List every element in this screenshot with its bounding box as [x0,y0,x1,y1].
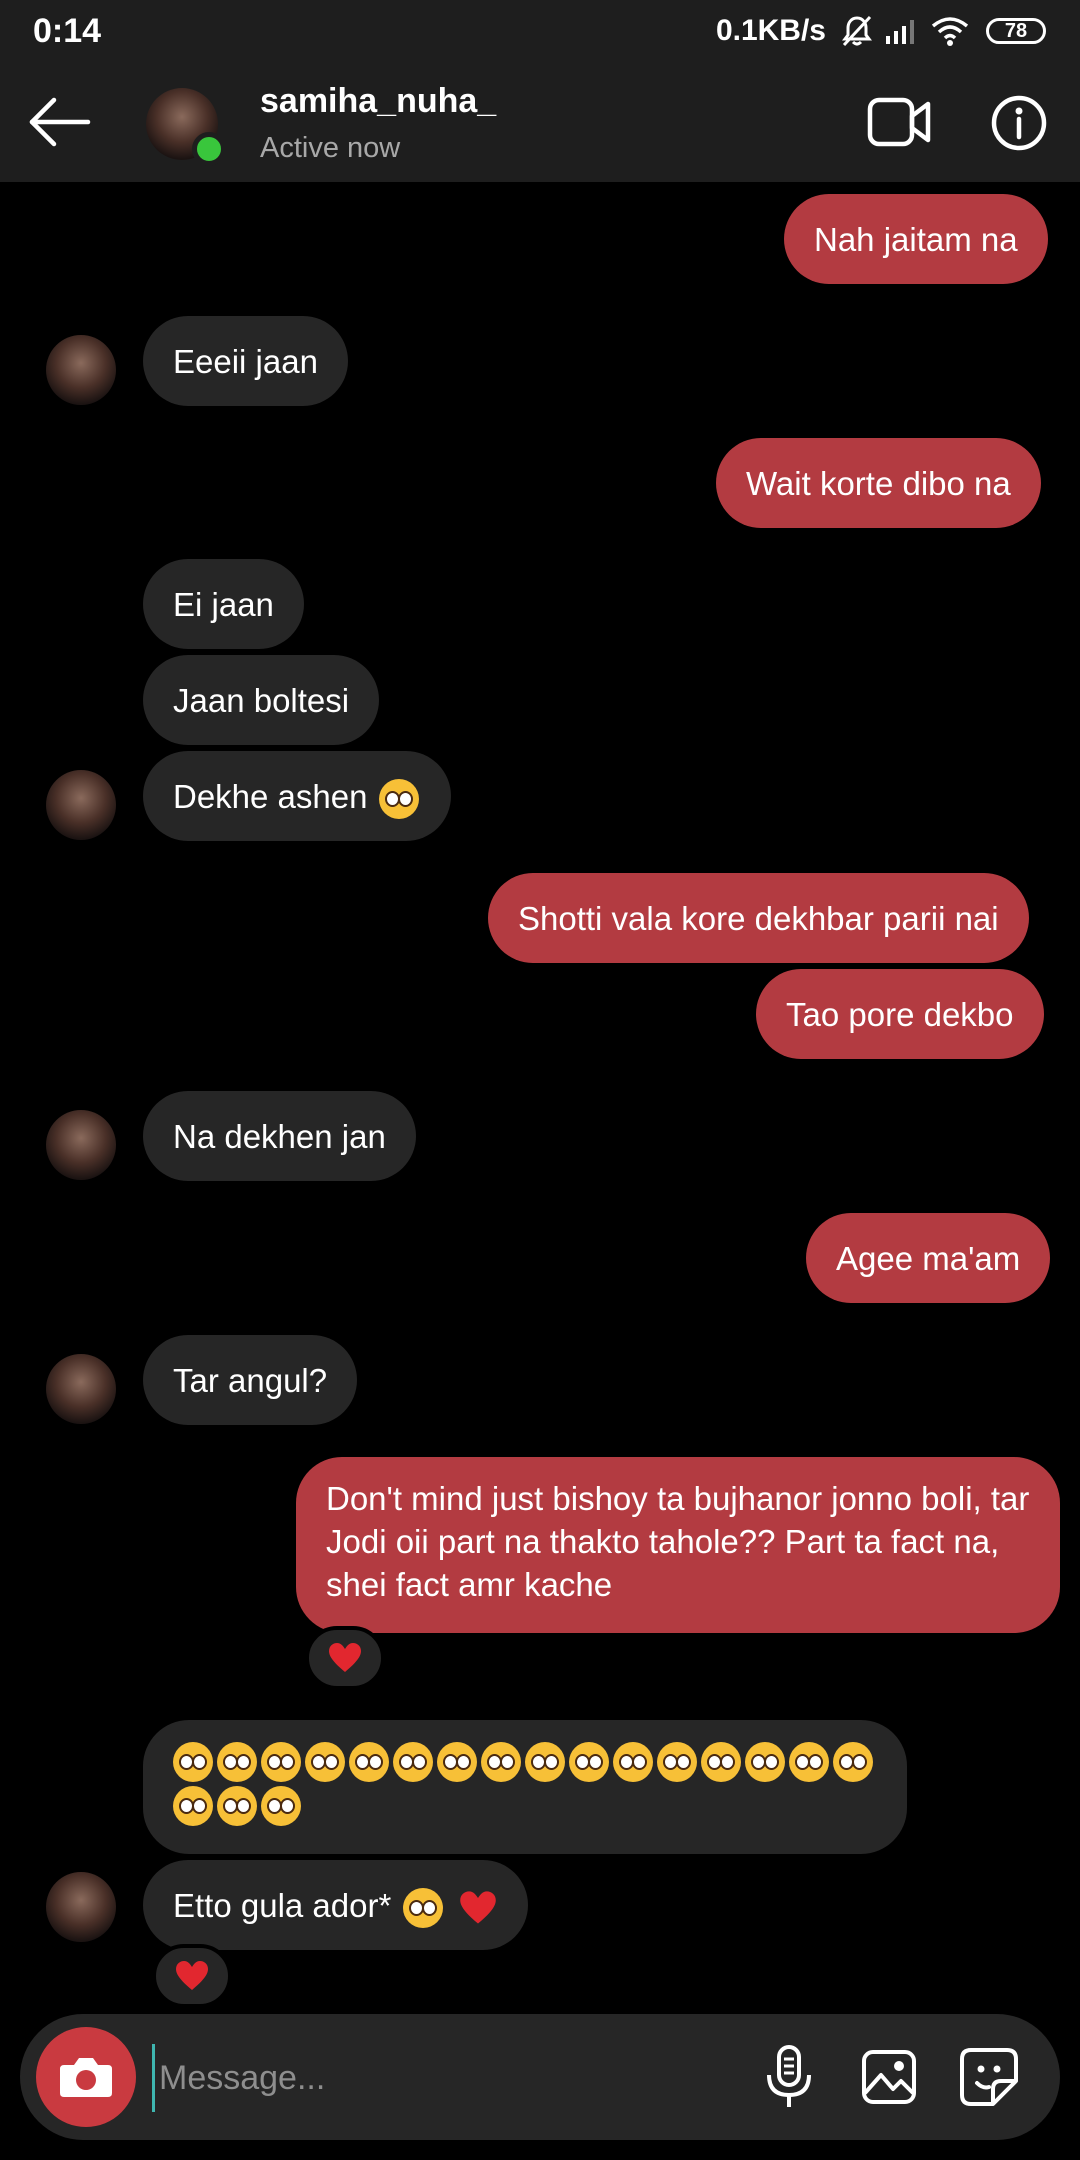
camera-icon [60,2058,112,2097]
contact-activity-status: Active now [260,132,401,164]
pleading-face-emoji [217,1742,257,1782]
pleading-face-emoji [349,1742,389,1782]
pleading-face-emoji-row [171,1740,879,1828]
pleading-face-emoji [378,779,419,820]
online-status-dot [192,132,226,166]
message-text: Dekhe ashen [173,778,368,815]
message-text: Na dekhen jan [173,1118,386,1155]
message-text: Tar angul? [173,1362,328,1399]
info-icon [991,95,1047,151]
message-bubble-sent[interactable]: Wait korte dibo na [716,438,1041,528]
message-bubble-received[interactable]: Na dekhen jan [143,1091,416,1181]
pleading-face-emoji [657,1742,697,1782]
message-bubble-received[interactable]: Ei jaan [143,559,304,649]
pleading-face-emoji [173,1742,213,1782]
red-heart-icon [176,1961,208,1990]
pleading-face-emoji [402,1888,443,1929]
status-indicators: 0.1KB/s 78 [716,10,1046,52]
message-input[interactable] [152,2044,741,2112]
message-reaction[interactable] [152,1944,232,2008]
pleading-face-emoji [437,1742,477,1782]
message-text: Ei jaan [173,586,274,623]
message-text: Don't mind just bishoy ta bujhanor jonno… [326,1480,1030,1603]
message-bubble-sent[interactable]: Nah jaitam na [784,194,1048,284]
sender-avatar[interactable] [46,335,116,405]
sender-avatar[interactable] [46,1110,116,1180]
message-bubble-sent[interactable]: Agee ma'am [806,1213,1051,1303]
video-call-button[interactable] [866,94,932,150]
status-time: 0:14 [33,12,102,50]
pleading-face-emoji [833,1742,873,1782]
message-text: Wait korte dibo na [746,465,1011,502]
message-text: Jaan boltesi [173,682,350,719]
pleading-face-emoji [393,1742,433,1782]
back-button[interactable] [26,92,92,152]
message-bubble-sent[interactable]: Shotti vala kore dekhbar parii nai [488,873,1029,963]
pleading-face-emoji [217,1786,257,1826]
dm-thread-screen: 0:14 0.1KB/s 78 samiha_nuha_ Active now … [0,0,1080,2160]
red-heart-icon [459,1891,496,1924]
microphone-icon [767,2045,811,2107]
message-bubble-received[interactable] [143,1720,907,1854]
message-text: Shotti vala kore dekhbar parii nai [518,900,999,937]
pleading-face-emoji [305,1742,345,1782]
wifi-icon [930,15,970,47]
message-composer [20,2014,1060,2140]
message-text: Etto gula ador* [173,1887,392,1924]
pleading-face-emoji [261,1742,301,1782]
chat-header: samiha_nuha_ Active now [0,62,1080,182]
camera-button[interactable] [36,2027,136,2127]
message-bubble-received[interactable]: Dekhe ashen [143,751,451,841]
video-camera-icon [867,97,931,147]
gallery-button[interactable] [856,2044,922,2110]
status-bar: 0:14 0.1KB/s 78 [0,0,1080,62]
pleading-face-emoji [525,1742,565,1782]
pleading-face-emoji [173,1786,213,1826]
pleading-face-emoji [789,1742,829,1782]
sender-avatar[interactable] [46,1354,116,1424]
message-text: Tao pore dekbo [786,996,1014,1033]
pleading-face-emoji [481,1742,521,1782]
mute-icon [840,14,874,48]
message-bubble-sent[interactable]: Tao pore dekbo [756,969,1044,1059]
pleading-face-emoji [613,1742,653,1782]
sticker-button[interactable] [956,2044,1022,2110]
message-bubble-received[interactable]: Tar angul? [143,1335,358,1425]
message-bubble-sent[interactable]: Don't mind just bishoy ta bujhanor jonno… [296,1457,1060,1633]
battery-indicator: 78 [986,18,1046,44]
message-bubble-received[interactable]: Jaan boltesi [143,655,380,745]
sender-avatar[interactable] [46,770,116,840]
red-heart-icon [329,1643,361,1672]
pleading-face-emoji [261,1786,301,1826]
pleading-face-emoji [745,1742,785,1782]
message-bubble-received[interactable]: Eeeii jaan [143,316,348,406]
voice-message-button[interactable] [756,2044,822,2110]
message-text: Agee ma'am [836,1240,1021,1277]
message-text: Nah jaitam na [814,221,1018,258]
contact-avatar[interactable] [146,88,226,166]
back-arrow-icon [29,97,91,147]
contact-username[interactable]: samiha_nuha_ [260,82,496,121]
message-reaction[interactable] [305,1626,385,1690]
message-bubble-received[interactable]: Etto gula ador* [143,1860,528,1950]
conversation-info-button[interactable] [990,94,1048,152]
network-speed: 0.1KB/s [715,14,826,47]
image-icon [862,2050,916,2104]
pleading-face-emoji [569,1742,609,1782]
message-text: Eeeii jaan [173,343,318,380]
sticker-icon [960,2048,1018,2106]
pleading-face-emoji [701,1742,741,1782]
cellular-signal-icon [884,16,920,46]
sender-avatar[interactable] [46,1872,116,1942]
